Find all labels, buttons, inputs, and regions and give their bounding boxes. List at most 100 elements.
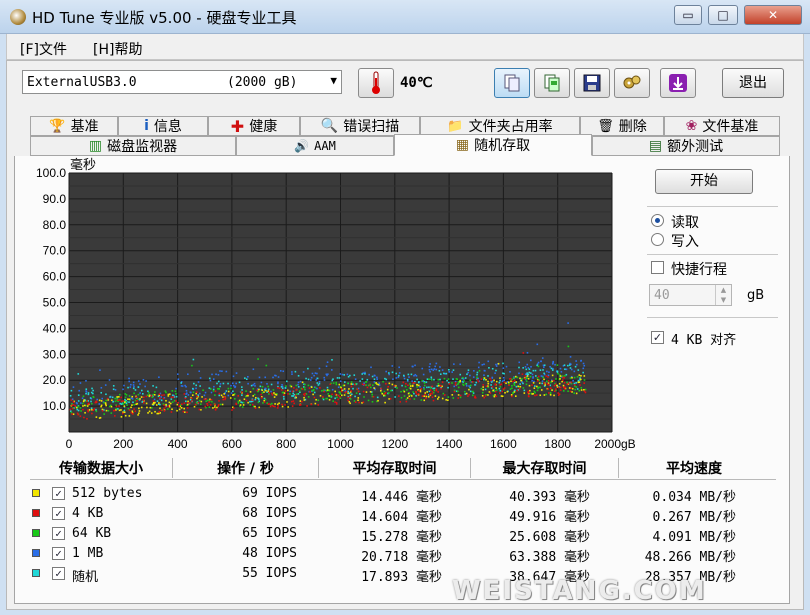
data-point — [119, 402, 122, 405]
data-point — [543, 364, 546, 367]
data-point — [186, 403, 189, 406]
drive-size: (2000 gB) — [227, 75, 298, 90]
tab-erase[interactable]: 🗑 删除 — [580, 116, 664, 136]
data-point — [531, 393, 534, 395]
tab-disk-monitor[interactable]: ▥ 磁盘监视器 — [30, 136, 236, 156]
read-radio[interactable] — [651, 214, 664, 227]
save-icon[interactable] — [574, 68, 610, 98]
options-icon[interactable] — [614, 68, 650, 98]
data-point — [564, 374, 566, 377]
data-point — [150, 412, 153, 414]
data-point — [451, 371, 454, 373]
stepper-arrows-icon[interactable]: ▲ ▼ — [715, 285, 731, 305]
drive-name: ExternalUSB3.0 — [27, 75, 137, 90]
data-point — [254, 398, 257, 401]
data-point — [301, 388, 304, 390]
data-point — [572, 379, 574, 382]
data-point — [139, 398, 141, 400]
data-point — [483, 363, 485, 366]
data-point — [575, 392, 578, 395]
data-point — [578, 389, 581, 392]
data-point — [445, 372, 448, 375]
tab-benchmark[interactable]: 🏆 基准 — [30, 116, 118, 136]
tab-aam[interactable]: 🔊 AAM — [236, 136, 394, 156]
data-point — [240, 391, 243, 393]
series-checkbox[interactable]: ✓ — [52, 487, 65, 500]
data-point — [218, 400, 220, 402]
data-point — [262, 402, 264, 404]
data-point — [331, 359, 333, 361]
data-point — [481, 363, 484, 366]
data-point — [291, 390, 294, 393]
data-point — [168, 401, 171, 404]
write-radio[interactable] — [651, 233, 664, 246]
data-point — [205, 400, 207, 403]
data-point — [388, 372, 390, 374]
ops-per-sec: 69 IOPS — [242, 486, 297, 501]
series-checkbox[interactable]: ✓ — [52, 507, 65, 520]
quick-stroke-stepper[interactable]: 40 ▲ ▼ — [649, 284, 732, 306]
tab-info[interactable]: i 信息 — [118, 116, 208, 136]
tab-extra-tests[interactable]: ▤ 额外测试 — [592, 136, 780, 156]
tab-file-benchmark[interactable]: ❀ 文件基准 — [664, 116, 780, 136]
avg-speed: 4.091 MB/秒 — [652, 530, 736, 545]
quick-stroke-checkbox[interactable] — [651, 261, 664, 274]
data-point — [100, 391, 103, 394]
data-point — [254, 407, 257, 410]
data-point — [304, 383, 306, 386]
data-point — [568, 364, 571, 366]
maximize-button[interactable]: □ — [708, 5, 738, 25]
chevron-down-icon[interactable]: ▼ — [330, 74, 337, 87]
series-checkbox[interactable]: ✓ — [52, 547, 65, 560]
data-point — [258, 406, 261, 409]
data-point — [98, 403, 101, 405]
data-point — [441, 397, 444, 400]
x-tick-label: 1400 — [436, 437, 463, 451]
data-point — [503, 387, 506, 389]
minimize-button[interactable]: ▭ — [674, 5, 702, 25]
data-point — [426, 391, 429, 393]
drive-select[interactable]: ExternalUSB3.0 (2000 gB) ▼ — [22, 70, 342, 94]
data-point — [227, 394, 230, 397]
menu-help[interactable]: [H]帮助 — [93, 39, 142, 59]
menu-file[interactable]: [F]文件 — [20, 39, 67, 59]
data-point — [270, 390, 272, 393]
data-point — [410, 373, 413, 376]
data-point — [509, 388, 512, 390]
data-point — [209, 388, 212, 390]
data-point — [527, 391, 529, 394]
data-point — [108, 405, 111, 408]
data-point — [543, 382, 545, 384]
data-point — [437, 378, 440, 381]
thermometer-icon[interactable] — [358, 68, 394, 98]
transfer-size: 1 MB — [72, 546, 104, 561]
data-point — [525, 380, 528, 382]
data-point — [378, 382, 380, 384]
data-point — [317, 399, 320, 402]
tab-error-scan[interactable]: 🔍 错误扫描 — [300, 116, 420, 136]
data-point — [204, 405, 207, 408]
data-point — [495, 365, 498, 367]
copy-text-icon[interactable] — [494, 68, 530, 98]
start-button[interactable]: 开始 — [655, 169, 753, 194]
exit-button[interactable]: 退出 — [722, 68, 784, 98]
data-point — [467, 371, 469, 374]
series-checkbox[interactable]: ✓ — [52, 527, 65, 540]
data-point — [448, 383, 451, 385]
data-point — [347, 399, 349, 402]
tab-folder-usage[interactable]: 📁 文件夹占用率 — [420, 116, 580, 136]
data-point — [491, 377, 494, 379]
quick-stroke-value: 40 — [654, 288, 670, 303]
data-point — [83, 416, 85, 419]
series-checkbox[interactable]: ✓ — [52, 567, 65, 580]
tab-random-access[interactable]: ▦ 随机存取 — [394, 134, 592, 156]
data-point — [323, 376, 326, 379]
copy-screen-icon[interactable] — [534, 68, 570, 98]
data-point — [393, 385, 396, 387]
download-icon[interactable] — [660, 68, 696, 98]
data-point — [139, 392, 141, 394]
close-button[interactable]: ✕ — [744, 5, 802, 25]
data-point — [514, 395, 517, 397]
tab-health[interactable]: ✚ 健康 — [208, 116, 300, 136]
align-4kb-checkbox[interactable]: ✓ — [651, 331, 664, 344]
